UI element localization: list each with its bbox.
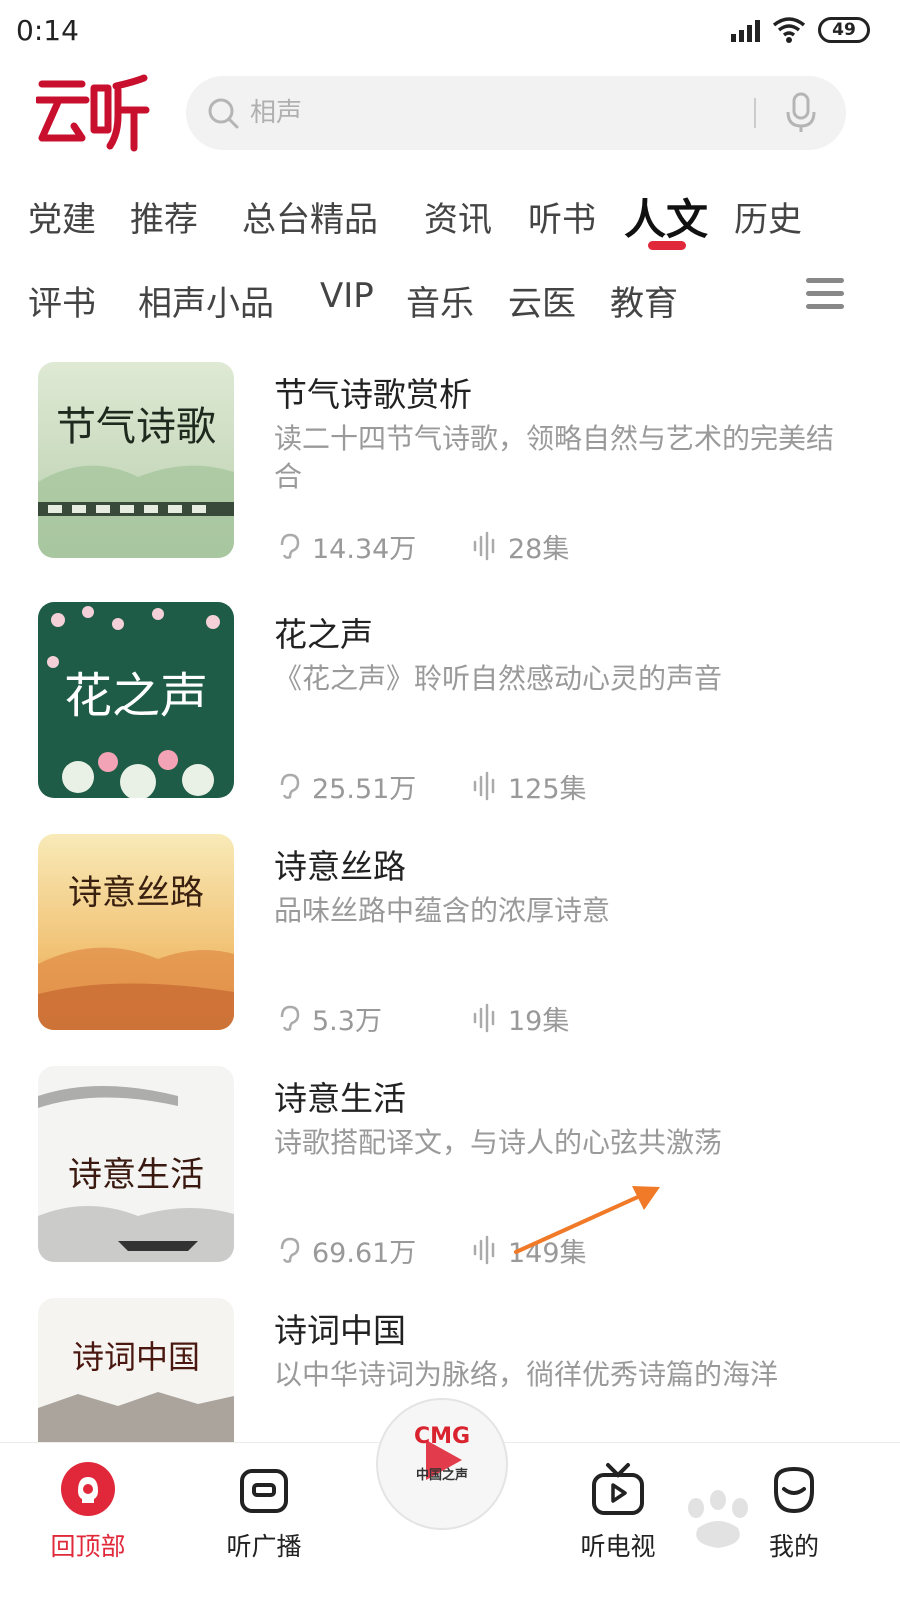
tab-cmg-featured[interactable]: 总台精品 bbox=[242, 192, 378, 241]
program-title: 诗意丝路 bbox=[274, 847, 406, 886]
app-logo[interactable] bbox=[36, 72, 150, 152]
episode-count: 149集 bbox=[508, 1237, 587, 1269]
cover-title: 诗意丝路 bbox=[68, 873, 204, 913]
episode-count: 28集 bbox=[508, 533, 570, 565]
category-tabs-primary: 党建 推荐 总台精品 资讯 听书 人文 历史 bbox=[0, 186, 900, 256]
nav-label-back-to-top: 回顶部 bbox=[50, 1532, 126, 1561]
program-title: 诗意生活 bbox=[274, 1079, 406, 1118]
tab-dangjian[interactable]: 党建 bbox=[28, 192, 96, 241]
status-bar: 0:14 49 bbox=[0, 0, 900, 60]
program-description: 品味丝路中蕴含的浓厚诗意 bbox=[274, 894, 611, 927]
radio-icon bbox=[240, 1469, 288, 1513]
program-cover: 节气诗歌 bbox=[38, 362, 234, 558]
nav-label-tv: 听电视 bbox=[580, 1532, 656, 1561]
tab-humanities[interactable]: 人文 bbox=[624, 186, 708, 247]
play-count: 5.3万 bbox=[312, 1005, 382, 1037]
tab-crosstalk[interactable]: 相声小品 bbox=[138, 276, 274, 325]
program-stats: 25.51万 125集 bbox=[276, 768, 587, 805]
listen-count-icon bbox=[280, 1005, 300, 1031]
tab-audiobooks[interactable]: 听书 bbox=[528, 192, 596, 241]
tab-recommend[interactable]: 推荐 bbox=[130, 192, 198, 241]
search-icon bbox=[208, 98, 239, 129]
tv-icon bbox=[592, 1463, 644, 1515]
status-time: 0:14 bbox=[16, 14, 79, 47]
nav-radio[interactable]: 听广播 bbox=[194, 1461, 334, 1563]
tab-music[interactable]: 音乐 bbox=[406, 276, 474, 325]
cover-title: 诗意生活 bbox=[68, 1155, 204, 1195]
search-divider bbox=[754, 98, 756, 128]
episode-count: 125集 bbox=[508, 773, 587, 805]
nav-tv[interactable]: 听电视 bbox=[548, 1461, 688, 1563]
listen-count-icon bbox=[280, 773, 300, 799]
play-count: 14.34万 bbox=[312, 533, 417, 565]
cover-title: 诗词中国 bbox=[72, 1338, 200, 1376]
menu-icon[interactable] bbox=[806, 278, 846, 312]
program-title: 花之声 bbox=[274, 615, 373, 654]
baidu-watermark-logo bbox=[688, 1490, 748, 1548]
episodes-icon bbox=[473, 531, 495, 561]
active-tab-indicator bbox=[648, 241, 686, 250]
now-playing-button[interactable]: CMG 中国之声 bbox=[376, 1398, 508, 1530]
episodes-icon bbox=[473, 1003, 495, 1033]
program-cover: 花之声 bbox=[38, 602, 234, 798]
list-item[interactable]: 诗意丝路 诗意丝路 品味丝路中蕴含的浓厚诗意 5.3万 19集 bbox=[0, 834, 900, 1044]
program-title: 诗词中国 bbox=[274, 1311, 406, 1350]
cover-title: 花之声 bbox=[64, 668, 208, 724]
back-to-top-icon bbox=[61, 1462, 115, 1516]
program-description: 以中华诗词为脉络，徜徉优秀诗篇的海洋 bbox=[274, 1358, 779, 1391]
program-description: 读二十四节气诗歌，领略自然与艺术的完美结合 bbox=[274, 422, 835, 493]
search-bar[interactable] bbox=[186, 76, 846, 150]
microphone-icon[interactable] bbox=[784, 92, 818, 134]
tab-education[interactable]: 教育 bbox=[610, 276, 678, 325]
wifi-icon bbox=[772, 17, 806, 43]
episodes-icon bbox=[473, 1235, 495, 1265]
signal-icon bbox=[731, 18, 760, 42]
program-description: 诗歌搭配译文，与诗人的心弦共激荡 bbox=[274, 1126, 723, 1159]
tab-history[interactable]: 历史 bbox=[734, 192, 802, 241]
status-icons: 49 bbox=[731, 16, 870, 44]
tab-vip[interactable]: VIP bbox=[320, 276, 374, 316]
nav-label-radio: 听广播 bbox=[226, 1532, 302, 1561]
program-stats: 14.34万 28集 bbox=[276, 528, 570, 565]
episode-count: 19集 bbox=[508, 1005, 570, 1037]
cover-title: 节气诗歌 bbox=[56, 404, 216, 450]
battery-icon: 49 bbox=[818, 17, 870, 43]
tab-storytelling[interactable]: 评书 bbox=[28, 276, 96, 325]
list-item[interactable]: 诗意生活 诗意生活 诗歌搭配译文，与诗人的心弦共激荡 69.61万 149集 bbox=[0, 1066, 900, 1276]
category-tabs-secondary: 评书 相声小品 VIP 音乐 云医 教育 bbox=[0, 272, 900, 342]
list-item[interactable]: 节气诗歌 节气诗歌赏析 读二十四节气诗歌，领略自然与艺术的完美结合 14.34万… bbox=[0, 362, 900, 572]
program-description: 《花之声》聆听自然感动心灵的声音 bbox=[274, 662, 723, 695]
nav-back-to-top[interactable]: 回顶部 bbox=[18, 1461, 158, 1563]
listen-count-icon bbox=[280, 1237, 300, 1263]
listen-count-icon bbox=[280, 533, 300, 559]
tab-news[interactable]: 资讯 bbox=[424, 192, 492, 241]
tab-cloud-medical[interactable]: 云医 bbox=[508, 276, 576, 325]
play-count: 25.51万 bbox=[312, 773, 417, 805]
play-count: 69.61万 bbox=[312, 1237, 417, 1269]
program-title: 节气诗歌赏析 bbox=[274, 375, 472, 414]
program-stats: 5.3万 19集 bbox=[276, 1000, 570, 1037]
episodes-icon bbox=[473, 771, 495, 801]
battery-level: 49 bbox=[832, 20, 856, 40]
program-stats: 69.61万 149集 bbox=[276, 1232, 587, 1269]
program-cover: 诗意生活 bbox=[38, 1066, 234, 1262]
program-cover: 诗意丝路 bbox=[38, 834, 234, 1030]
channel-name: 中国之声 bbox=[415, 1468, 468, 1483]
list-item[interactable]: 花之声 花之声 《花之声》聆听自然感动心灵的声音 25.51万 125集 bbox=[0, 602, 900, 812]
search-input[interactable] bbox=[250, 92, 730, 134]
